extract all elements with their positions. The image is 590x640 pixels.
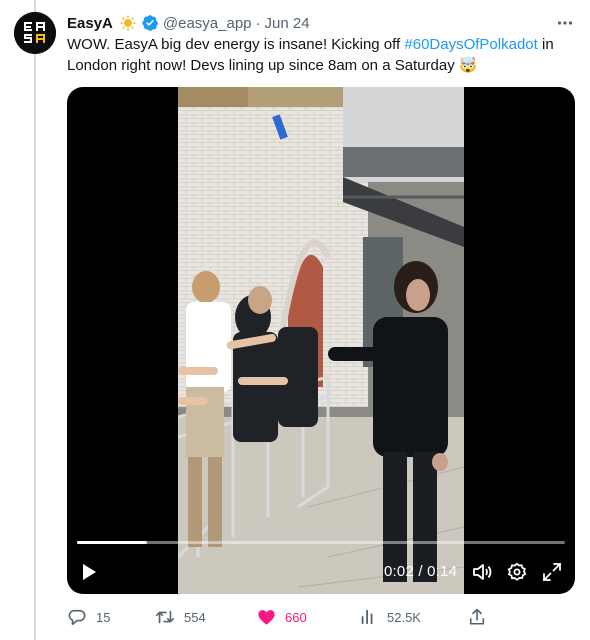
more-icon[interactable] (554, 12, 576, 34)
verified-icon (141, 14, 159, 32)
video-time: 0:02 / 0:14 (384, 563, 457, 580)
current-time: 0:02 (384, 563, 414, 580)
hashtag-link[interactable]: #60DaysOfPolkadot (404, 36, 537, 53)
heart-icon (256, 607, 276, 627)
volume-icon[interactable] (470, 560, 494, 584)
settings-icon[interactable] (505, 560, 529, 584)
tweet-header: EasyA @easya_app · Jun 24 (67, 12, 576, 34)
video-controls: 0:02 / 0:14 (67, 557, 575, 587)
share-icon (467, 607, 487, 627)
author-name[interactable]: EasyA (67, 15, 113, 32)
like-count: 660 (285, 609, 307, 625)
video-still (178, 87, 464, 594)
thread-line (34, 0, 36, 640)
tweet-actions: 15 554 660 52.5K (67, 604, 572, 630)
author-handle[interactable]: @easya_app (163, 15, 252, 32)
duration: 0:14 (427, 563, 458, 580)
video-progress-bar[interactable] (77, 541, 565, 544)
tweet-text-part: WOW. EasyA big dev energy is insane! Kic… (67, 36, 405, 53)
reply-count: 15 (96, 609, 111, 625)
reply-button[interactable]: 15 (67, 604, 110, 630)
mind-blown-emoji: 🤯 (458, 57, 478, 74)
play-icon[interactable] (77, 560, 101, 584)
time-separator: / (418, 563, 423, 580)
repost-count: 554 (184, 609, 206, 625)
share-button[interactable] (467, 604, 487, 630)
tweet-text: WOW. EasyA big dev energy is insane! Kic… (67, 34, 577, 76)
tweet-date[interactable]: Jun 24 (265, 15, 310, 32)
video-frame[interactable] (178, 87, 464, 594)
views-icon (358, 607, 378, 627)
repost-button[interactable]: 554 (155, 604, 206, 630)
views-button[interactable]: 52.5K (358, 604, 421, 630)
views-count: 52.5K (387, 609, 421, 625)
video-progress-fill (77, 541, 147, 544)
reply-icon (67, 607, 87, 627)
sun-icon (119, 14, 137, 32)
separator-dot: · (255, 14, 261, 32)
fullscreen-icon[interactable] (540, 560, 564, 584)
avatar[interactable] (14, 12, 56, 54)
repost-icon (155, 607, 175, 627)
easya-logo (14, 12, 56, 54)
video-player[interactable]: 0:02 / 0:14 (67, 87, 575, 594)
like-button[interactable]: 660 (256, 604, 307, 630)
